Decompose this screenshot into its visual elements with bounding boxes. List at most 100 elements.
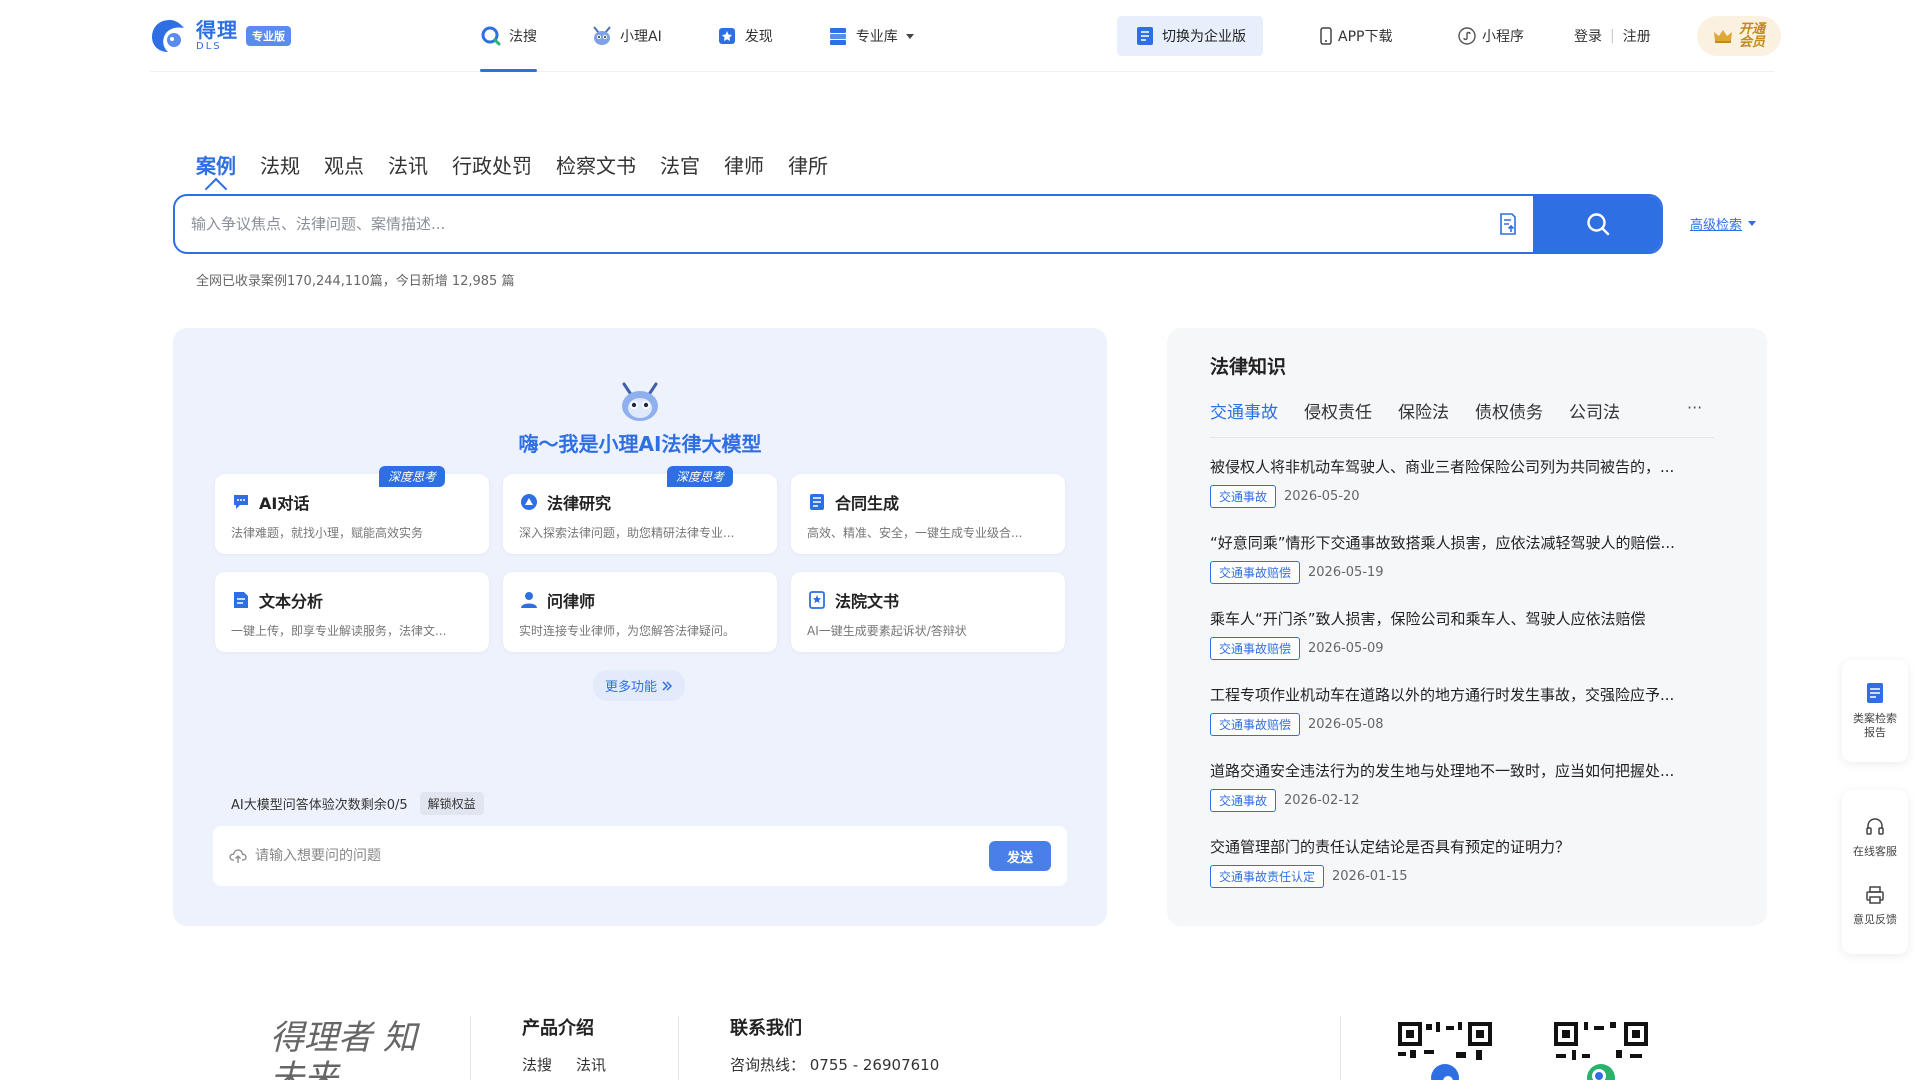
qr-code-mini-program [1552,1020,1650,1080]
phone-icon [1320,27,1332,45]
tab-viewpoints[interactable]: 观点 [324,150,364,186]
double-chevron-right-icon [661,680,673,692]
unlock-benefits-button[interactable]: 解锁权益 [419,792,484,815]
feedback-button[interactable]: 意见反馈 [1853,885,1897,927]
list-item[interactable]: “好意同乘”情形下交通事故致搭乘人损害，应依法减轻驾驶人的赔偿... 交通事故赔… [1210,532,1730,608]
article-date: 2026-02-12 [1284,793,1360,808]
crown-icon [1713,28,1733,44]
nav-item-discover[interactable]: 发现 [716,0,773,72]
case-report-float[interactable]: 类案检索报告 [1842,660,1908,762]
feature-desc: 高效、精准、安全，一键生成专业级合... [807,526,1023,540]
category-tag[interactable]: 交通事故责任认定 [1210,865,1325,888]
ai-greeting-title: 嗨～我是小理AI法律大模型 [518,432,762,456]
tab-company-law[interactable]: 公司法 [1569,398,1620,437]
nav-item-xiaoli-ai[interactable]: 小理AI [591,0,662,72]
online-service-button[interactable]: 在线客服 [1853,817,1897,859]
list-item[interactable]: 被侵权人将非机动车驾驶人、商业三者险保险公司列为共同被告的，... 交通事故 20… [1210,456,1730,532]
feature-desc: 深入探索法律问题，助您精研法律专业... [519,526,735,540]
article-title[interactable]: 道路交通安全违法行为的发生地与处理地不一致时，应当如何把握处... [1210,760,1718,781]
list-item[interactable]: 乘车人“开门杀”致人损害，保险公司和乘车人、驾驶人应依法赔偿 交通事故赔偿 202… [1210,608,1730,684]
chat-bubble-icon [231,492,251,512]
advanced-search-link[interactable]: 高级检索 [1690,214,1757,233]
tab-tort-liability[interactable]: 侵权责任 [1304,398,1372,437]
tab-procuratorate-docs[interactable]: 检察文书 [556,150,636,186]
feature-ai-chat[interactable]: 深度思考 AI对话 法律难题，就找小理，赋能高效实务 [215,466,489,554]
article-title[interactable]: “好意同乘”情形下交通事故致搭乘人损害，应依法减轻驾驶人的赔偿... [1210,532,1718,553]
nav-label: 专业库 [855,29,898,45]
edition-badge: 专业版 [246,26,291,46]
upload-cloud-icon[interactable] [229,847,247,865]
tab-traffic-accident[interactable]: 交通事故 [1210,398,1278,437]
article-title[interactable]: 乘车人“开门杀”致人损害，保险公司和乘车人、驾驶人应依法赔偿 [1210,608,1718,629]
divider [678,1016,679,1080]
ask-question-input[interactable] [255,848,989,864]
search-logo-icon [480,25,502,47]
feature-title: 文本分析 [259,592,324,611]
nav-item-pro-library[interactable]: 专业库 [827,0,914,72]
feature-title: 法律研究 [547,494,612,513]
footer-products-column: 产品介绍 法搜 法讯 [522,1014,630,1075]
article-date: 2026-05-09 [1308,641,1384,656]
tab-cases[interactable]: 案例 [196,150,236,186]
nav-item-fasou[interactable]: 法搜 [480,0,537,72]
mini-program-label: 小程序 [1482,29,1524,45]
tab-judges[interactable]: 法官 [660,150,700,186]
feedback-label: 意见反馈 [1853,913,1897,926]
list-item[interactable]: 交通管理部门的责任认定结论是否具有预定的证明力？ 交通事故责任认定 2026-01… [1210,836,1730,912]
more-features-button[interactable]: 更多功能 [593,670,686,701]
tab-debt[interactable]: 债权债务 [1475,398,1543,437]
feature-desc: AI一键生成要素起诉状/答辩状 [807,624,967,638]
login-link[interactable]: 登录 [1574,26,1602,46]
list-item[interactable]: 工程专项作业机动车在道路以外的地方通行时发生事故，交强险应予... 交通事故赔偿… [1210,684,1730,760]
legal-knowledge-title: 法律知识 [1210,356,1287,378]
switch-enterprise-button[interactable]: 切换为企业版 [1117,16,1263,56]
article-date: 2026-01-15 [1332,869,1408,884]
star-bookmark-icon [716,25,738,47]
category-tag[interactable]: 交通事故 [1210,485,1277,508]
register-link[interactable]: 注册 [1623,26,1651,46]
text-document-icon [231,590,251,610]
tab-admin-penalty[interactable]: 行政处罚 [452,150,532,186]
divider [1340,1016,1341,1080]
feature-court-documents[interactable]: 法院文书 AI一键生成要素起诉状/答辩状 [791,572,1065,652]
search-button[interactable] [1533,196,1661,252]
category-tag[interactable]: 交通事故 [1210,789,1277,812]
article-date: 2026-05-08 [1308,717,1384,732]
list-item[interactable]: 道路交通安全违法行为的发生地与处理地不一致时，应当如何把握处... 交通事故 20… [1210,760,1730,836]
feature-title: 问律师 [547,592,596,611]
contract-icon [807,492,827,512]
category-tag[interactable]: 交通事故赔偿 [1210,561,1301,584]
feature-text-analysis[interactable]: 文本分析 一键上传，即享专业解读服务，法律文... [215,572,489,652]
app-download-link[interactable]: APP下载 [1320,0,1392,72]
divider: | [1610,28,1615,44]
search-input[interactable] [175,196,1483,252]
footer-link-faxun[interactable]: 法讯 [576,1056,606,1074]
article-title[interactable]: 工程专项作业机动车在道路以外的地方通行时发生事故，交强险应予... [1210,684,1718,705]
category-tag[interactable]: 交通事故赔偿 [1210,637,1301,660]
upload-document-icon[interactable] [1483,196,1533,252]
send-button[interactable]: 发送 [989,841,1051,871]
tab-law-firms[interactable]: 律所 [788,150,828,186]
article-title[interactable]: 交通管理部门的责任认定结论是否具有预定的证明力？ [1210,836,1718,857]
tab-legal-news[interactable]: 法讯 [388,150,428,186]
mini-program-link[interactable]: 小程序 [1458,0,1524,72]
tab-lawyers[interactable]: 律师 [724,150,764,186]
footer-link-fasou[interactable]: 法搜 [522,1056,552,1074]
category-tag[interactable]: 交通事故赔偿 [1210,713,1301,736]
open-vip-button[interactable]: 开通 会员 [1697,16,1781,56]
feature-contract-generation[interactable]: 合同生成 高效、精准、安全，一键生成专业级合... [791,474,1065,554]
advanced-search-label: 高级检索 [1690,218,1743,233]
feature-legal-research[interactable]: 深度思考 法律研究 深入探索法律问题，助您精研法律专业... [503,466,777,554]
robot-mascot-icon [591,25,613,47]
site-logo[interactable]: 得理 DLS 专业版 [150,18,291,54]
more-tabs-button[interactable]: ··· [1687,398,1702,417]
qr-code-app [1396,1020,1494,1080]
logo-en-text: DLS [196,41,222,52]
feature-ask-lawyer[interactable]: 问律师 实时连接专业律师，为您解答法律疑问。 [503,572,777,652]
ai-assistant-panel: 嗨～我是小理AI法律大模型 深度思考 AI对话 法律难题，就找小理，赋能高效实务… [173,328,1107,926]
tab-regulations[interactable]: 法规 [260,150,300,186]
deep-thinking-badge: 深度思考 [666,466,733,487]
research-icon [519,492,539,512]
tab-insurance-law[interactable]: 保险法 [1398,398,1449,437]
article-title[interactable]: 被侵权人将非机动车驾驶人、商业三者险保险公司列为共同被告的，... [1210,456,1718,477]
